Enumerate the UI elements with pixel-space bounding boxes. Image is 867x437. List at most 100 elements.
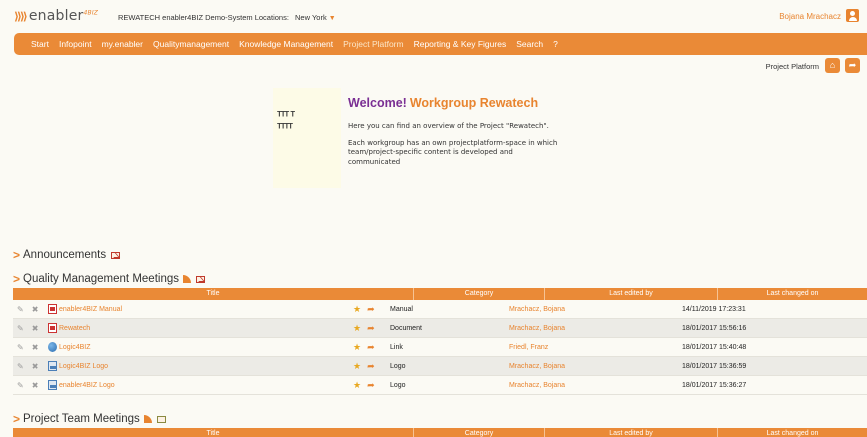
item-category: Logo — [390, 381, 406, 389]
org-label: REWATECH enabler4BIZ Demo-System — [118, 13, 253, 22]
welcome-text: Here you can find an overview of the Pro… — [348, 122, 566, 174]
star-icon[interactable]: ★ — [353, 304, 361, 315]
welcome-title: Welcome! — [348, 96, 407, 110]
pencil-icon[interactable]: ✎ — [17, 305, 24, 314]
item-title[interactable]: Logic4BIZ Logo — [59, 363, 108, 370]
user-name[interactable]: Bojana Mrachacz — [779, 12, 841, 21]
mail-subscribe-icon[interactable] — [156, 415, 166, 423]
logo-sup: 4BIZ — [83, 9, 99, 17]
locations-label: Locations: — [254, 13, 289, 22]
table-row[interactable]: ✎ ✖ Logic4BIZ Logo ★ ➦ Logo Mrachacz, Boja… — [13, 357, 867, 376]
table-header: Title Category Last edited by Last chang… — [13, 288, 867, 300]
col-last-edited-by[interactable]: Last edited by — [545, 288, 717, 300]
rss-icon[interactable] — [182, 275, 191, 283]
item-changed-on: 18/01/2017 15:56:16 — [682, 324, 747, 332]
share-icon[interactable]: ➦ — [367, 342, 375, 353]
star-icon[interactable]: ★ — [353, 323, 361, 334]
table-row[interactable]: ✎ ✖ enabler4BIZ Logo ★ ➦ Logo Mrachacz, Bo… — [13, 376, 867, 395]
pencil-icon[interactable]: ✎ — [17, 362, 24, 371]
col-last-changed-on[interactable]: Last changed on — [718, 428, 867, 437]
share-icon[interactable]: ➦ — [367, 304, 375, 315]
image-icon — [48, 361, 57, 371]
share-icon[interactable]: ➦ — [367, 323, 375, 334]
table-row[interactable]: ✎ ✖ Logic4BIZ ★ ➦ Link Friedl, Franz 18/01… — [13, 338, 867, 357]
table-row[interactable]: ✎ ✖ enabler4BIZ Manual ★ ➦ Manual Mrachacz… — [13, 300, 867, 319]
mail-unsubscribe-icon[interactable] — [195, 275, 205, 283]
nav-qualitymanagement[interactable]: Qualitymanagement — [153, 39, 229, 49]
nav-start[interactable]: Start — [31, 39, 49, 49]
item-edited-by[interactable]: Mrachacz, Bojana — [498, 382, 670, 389]
item-changed-on: 18/01/2017 15:36:27 — [682, 381, 747, 389]
team-meetings-title: Project Team Meetings — [23, 413, 140, 425]
breadcrumb[interactable]: Project Platform — [766, 62, 819, 71]
delete-icon[interactable]: ✖ — [32, 324, 39, 333]
item-edited-by[interactable]: Friedl, Franz — [498, 344, 670, 351]
item-changed-on: 14/11/2019 17:23:31 — [682, 305, 746, 313]
org-info: REWATECH enabler4BIZ Demo-System Locatio… — [118, 13, 336, 22]
col-category[interactable]: Category — [414, 288, 544, 300]
qm-meetings-heading[interactable]: > Quality Management Meetings — [13, 272, 205, 286]
share-icon[interactable]: ➦ — [367, 380, 375, 391]
table-header: Title Category Last edited by Last chang… — [13, 428, 867, 437]
qm-meetings-title: Quality Management Meetings — [23, 273, 179, 285]
workgroup-name: Workgroup Rewatech — [409, 96, 539, 110]
star-icon[interactable]: ★ — [353, 361, 361, 372]
item-title[interactable]: enabler4BIZ Logo — [59, 382, 115, 389]
col-last-edited-by[interactable]: Last edited by — [545, 428, 717, 437]
location-select[interactable]: New York ▼ — [295, 13, 336, 22]
top-bar: ⟫⟫ enabler4BIZ REWATECH enabler4BIZ Demo-… — [0, 0, 867, 32]
welcome-paragraph-2: Each workgroup has an own projectplatfor… — [348, 138, 558, 166]
location-value: New York — [295, 13, 327, 22]
pencil-icon[interactable]: ✎ — [17, 343, 24, 352]
logo-text: enabler — [28, 8, 84, 24]
item-category: Link — [390, 343, 403, 351]
nav-infopoint[interactable]: Infopoint — [59, 39, 92, 49]
logo-arrows-icon: ⟫⟫ — [14, 10, 28, 23]
item-title[interactable]: enabler4BIZ Manual — [59, 306, 122, 313]
nav-my-enabler[interactable]: my.enabler — [102, 39, 143, 49]
item-title[interactable]: Rewatech — [59, 325, 90, 332]
delete-icon[interactable]: ✖ — [32, 381, 39, 390]
item-title[interactable]: Logic4BIZ — [59, 344, 91, 351]
item-edited-by[interactable]: Mrachacz, Bojana — [498, 363, 670, 370]
user-icon[interactable] — [846, 9, 859, 22]
delete-icon[interactable]: ✖ — [32, 343, 39, 352]
welcome-paragraph-1: Here you can find an overview of the Pro… — [348, 122, 549, 130]
chevron-right-icon: > — [13, 272, 21, 286]
nav-search[interactable]: Search — [516, 39, 543, 49]
col-last-changed-on[interactable]: Last changed on — [718, 288, 867, 300]
announcements-title: Announcements — [23, 249, 107, 261]
team-meetings-heading[interactable]: > Project Team Meetings — [13, 412, 166, 426]
pencil-icon[interactable]: ✎ — [17, 381, 24, 390]
qm-meetings-table: Title Category Last edited by Last chang… — [13, 288, 867, 395]
pencil-icon[interactable]: ✎ — [17, 324, 24, 333]
pdf-icon — [48, 304, 57, 314]
announcements-heading[interactable]: > Announcements — [13, 248, 121, 262]
item-edited-by[interactable]: Mrachacz, Bojana — [498, 306, 670, 313]
app-logo[interactable]: ⟫⟫ enabler4BIZ — [14, 8, 98, 24]
globe-icon — [48, 342, 57, 352]
share-icon[interactable]: ➦ — [845, 58, 860, 73]
item-category: Manual — [390, 305, 413, 313]
nav-reporting[interactable]: Reporting & Key Figures — [414, 39, 507, 49]
star-icon[interactable]: ★ — [353, 380, 361, 391]
chevron-right-icon: > — [13, 248, 21, 262]
delete-icon[interactable]: ✖ — [32, 305, 39, 314]
mail-unsubscribe-icon[interactable] — [111, 251, 121, 259]
nav-project-platform[interactable]: Project Platform — [343, 39, 403, 49]
delete-icon[interactable]: ✖ — [32, 362, 39, 371]
col-category[interactable]: Category — [414, 428, 544, 437]
nav-help[interactable]: ? — [553, 39, 558, 49]
share-icon[interactable]: ➦ — [367, 361, 375, 372]
col-title[interactable]: Title — [13, 288, 413, 300]
welcome-heading: Welcome! Workgroup Rewatech — [348, 96, 538, 110]
star-icon[interactable]: ★ — [353, 342, 361, 353]
people-icon: ᵀᵀᵀ ᵀ ᵀᵀᵀᵀ — [277, 110, 295, 134]
home-icon[interactable]: ⌂ — [825, 58, 840, 73]
item-edited-by[interactable]: Mrachacz, Bojana — [498, 325, 670, 332]
table-row[interactable]: ✎ ✖ Rewatech ★ ➦ Document Mrachacz, Bojana… — [13, 319, 867, 338]
col-title[interactable]: Title — [13, 428, 413, 437]
nav-knowledge-management[interactable]: Knowledge Management — [239, 39, 333, 49]
rss-icon[interactable] — [143, 415, 152, 423]
workgroup-image: ᵀᵀᵀ ᵀ ᵀᵀᵀᵀ — [273, 88, 341, 188]
